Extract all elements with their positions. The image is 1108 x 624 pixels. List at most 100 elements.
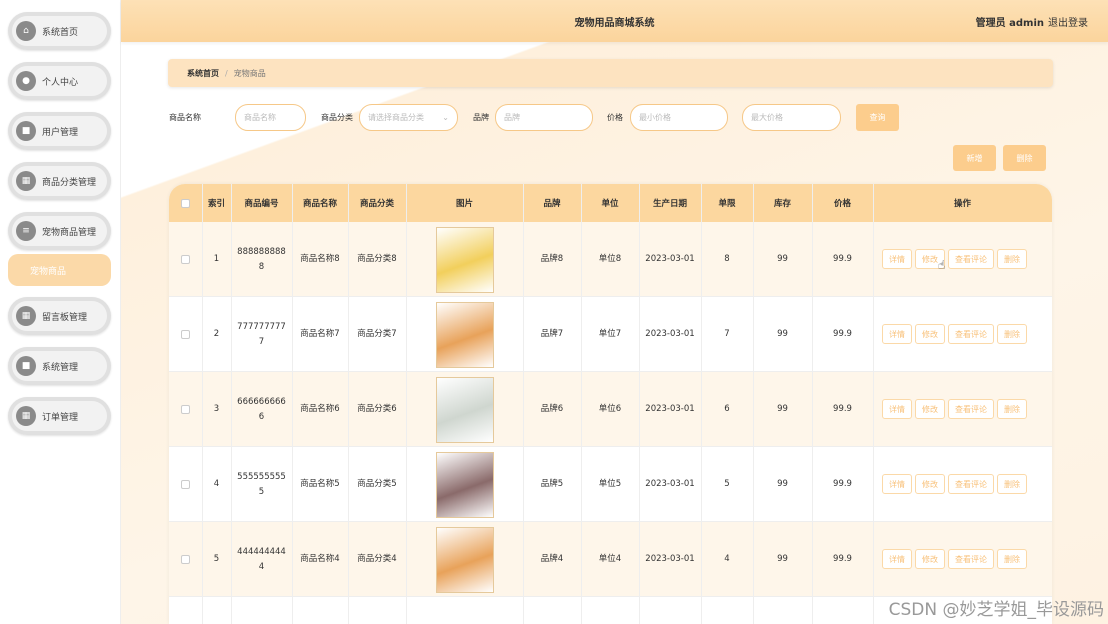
table-row: 2 777777777 7 商品名称7 商品分类7 品牌7 单位7 2023-03-01 7 9… [169, 297, 1052, 372]
col-header: 图片 [455, 199, 473, 209]
detail-button[interactable]: 详情 [882, 249, 912, 269]
cell-stock: 99 [777, 479, 788, 489]
cell-name: 商品名称7 [300, 329, 340, 339]
product-image[interactable] [435, 526, 494, 593]
delete-button[interactable]: 删除 [997, 324, 1027, 344]
grid-icon: ▦ [16, 406, 36, 426]
sidebar-item-users[interactable]: ■ 用户管理 [8, 112, 111, 150]
edit-button[interactable]: 修改 [915, 324, 945, 344]
cell-date: 2023-03-01 [645, 254, 695, 264]
sidebar-item-label: 宠物商品管理 [42, 227, 97, 238]
row-checkbox[interactable] [181, 330, 190, 339]
sidebar-item-label: 个人中心 [42, 77, 79, 88]
home-icon: ⌂ [16, 21, 36, 41]
detail-button[interactable]: 详情 [882, 474, 912, 494]
add-button[interactable]: 新增 [953, 145, 996, 171]
sidebar-item-home[interactable]: ⌂ 系统首页 [8, 12, 111, 50]
reviews-button[interactable]: 查看评论 [948, 324, 994, 344]
price-min-input[interactable]: 最小价格 [630, 104, 728, 131]
cell-brand: 品牌5 [540, 479, 564, 489]
name-filter-input[interactable]: 商品名称 [235, 104, 306, 131]
top-bar: 宠物用品商城系统 管理员 admin 退出登录 [121, 0, 1108, 42]
row-checkbox[interactable] [181, 480, 190, 489]
reviews-button[interactable]: 查看评论 [948, 474, 994, 494]
cell-image [406, 297, 523, 372]
reviews-button[interactable]: 查看评论 [948, 549, 994, 569]
row-select-cell[interactable] [169, 222, 202, 297]
cell-brand: 品牌8 [540, 254, 564, 264]
product-image[interactable] [435, 451, 494, 518]
product-image[interactable] [435, 376, 494, 443]
sidebar-item-label: 系统首页 [42, 27, 79, 38]
detail-button[interactable]: 详情 [882, 399, 912, 419]
table-header: 索引 商品编号 商品名称 商品分类 图片 品牌 单位 生产日期 单限 库存 价格… [169, 184, 1052, 222]
detail-button[interactable]: 详情 [882, 549, 912, 569]
edit-button[interactable]: 修改 [915, 549, 945, 569]
row-select-cell[interactable] [169, 447, 202, 522]
cell-idx: 2 [213, 329, 220, 339]
sidebar-item-pet-goods[interactable]: ≡ 宠物商品管理 [8, 212, 111, 250]
sidebar: ⌂ 系统首页 ● 个人中心 ■ 用户管理 ▦ 商品分类管理 ≡ 宠物商品管理 宠… [0, 0, 121, 624]
category-select[interactable]: 请选择商品分类 ⌄ [359, 104, 458, 131]
brand-filter-label: 品牌 [473, 113, 489, 122]
brand-filter-input[interactable]: 品牌 [495, 104, 593, 131]
breadcrumb-home[interactable]: 系统首页 [187, 68, 219, 79]
grid-icon: ▦ [16, 171, 36, 191]
cell-limit: 6 [724, 404, 730, 414]
row-checkbox[interactable] [181, 405, 190, 414]
cell-brand: 品牌6 [540, 404, 564, 414]
price-max-input[interactable]: 最大价格 [742, 104, 841, 131]
breadcrumb-separator: / [225, 68, 228, 78]
sidebar-item-label: 商品分类管理 [42, 177, 97, 188]
sidebar-item-personal[interactable]: ● 个人中心 [8, 62, 111, 100]
search-button[interactable]: 查询 [856, 104, 899, 131]
user-icon: ● [16, 71, 36, 91]
select-all-cell[interactable] [169, 184, 202, 222]
cell-price: 99.9 [833, 254, 852, 264]
cell-stock: 99 [777, 404, 788, 414]
detail-button[interactable]: 详情 [882, 324, 912, 344]
cell-price: 99.9 [833, 479, 852, 489]
cell-name: 商品名称5 [300, 479, 340, 489]
col-header: 单位 [601, 199, 619, 209]
logout-link[interactable]: 退出登录 [1048, 14, 1088, 29]
cell-limit: 8 [724, 254, 730, 264]
row-checkbox[interactable] [181, 555, 190, 564]
cell-idx: 1 [213, 254, 220, 264]
product-image[interactable] [435, 301, 494, 368]
cell-cat: 商品分类6 [357, 404, 397, 414]
filter-bar: 商品名称 商品名称 商品分类 请选择商品分类 ⌄ 品牌 品牌 价格 最小价格 最… [169, 104, 1059, 131]
select-all-checkbox[interactable] [181, 198, 190, 208]
delete-button[interactable]: 删除 [997, 549, 1027, 569]
product-image[interactable] [435, 226, 494, 293]
edit-button[interactable]: 修改 [915, 399, 945, 419]
breadcrumb-current: 宠物商品 [233, 68, 266, 78]
cell-brand: 品牌7 [540, 329, 564, 339]
reviews-button[interactable]: 查看评论 [948, 249, 994, 269]
edit-button[interactable]: 修改 [915, 474, 945, 494]
row-select-cell[interactable] [169, 522, 202, 597]
row-select-cell[interactable] [169, 297, 202, 372]
col-header: 索引 [207, 199, 225, 209]
goods-table: 索引 商品编号 商品名称 商品分类 图片 品牌 单位 生产日期 单限 库存 价格… [169, 184, 1052, 624]
sidebar-item-system[interactable]: ■ 系统管理 [8, 347, 111, 385]
row-checkbox[interactable] [181, 255, 190, 264]
table-row: 4 555555555 5 商品名称5 商品分类5 品牌5 单位5 2023-03-01 5 9… [169, 447, 1052, 522]
reviews-button[interactable]: 查看评论 [948, 399, 994, 419]
cell-name: 商品名称4 [300, 554, 340, 564]
delete-button[interactable]: 删除 [997, 474, 1027, 494]
col-header: 库存 [773, 199, 791, 209]
category-select-placeholder: 请选择商品分类 [368, 113, 424, 122]
watermark: CSDN @妙芝学姐_毕设源码 [888, 600, 1104, 620]
settings-icon: ■ [16, 356, 36, 376]
sidebar-item-category[interactable]: ▦ 商品分类管理 [8, 162, 111, 200]
batch-delete-button[interactable]: 删除 [1003, 145, 1046, 171]
sidebar-item-orders[interactable]: ▦ 订单管理 [8, 397, 111, 435]
delete-button[interactable]: 删除 [997, 249, 1027, 269]
row-select-cell[interactable] [169, 372, 202, 447]
delete-button[interactable]: 删除 [997, 399, 1027, 419]
cell-image [406, 522, 523, 597]
sidebar-item-messages[interactable]: ▦ 留言板管理 [8, 297, 111, 335]
cell-date: 2023-03-01 [645, 329, 695, 339]
sidebar-subitem-pet-goods[interactable]: 宠物商品 [8, 254, 111, 286]
